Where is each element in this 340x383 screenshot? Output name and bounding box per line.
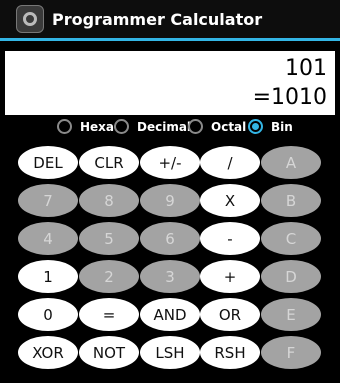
- calculator-app-icon: [16, 5, 44, 33]
- radio-bin[interactable]: Bin: [248, 119, 293, 134]
- key-rsh[interactable]: RSH: [200, 336, 260, 369]
- key-hex-b[interactable]: B: [261, 184, 321, 217]
- radio-label-hexa: Hexa: [80, 119, 115, 134]
- key-not[interactable]: NOT: [79, 336, 139, 369]
- result-value: =1010: [252, 85, 327, 110]
- radio-checked-icon: [248, 119, 263, 134]
- radio-hexa[interactable]: Hexa: [57, 119, 114, 134]
- key-multiply[interactable]: X: [200, 184, 260, 217]
- key-and[interactable]: AND: [140, 298, 200, 331]
- key-9[interactable]: 9: [140, 184, 200, 217]
- key-8[interactable]: 8: [79, 184, 139, 217]
- key-1[interactable]: 1: [18, 260, 78, 293]
- key-subtract[interactable]: -: [200, 222, 260, 255]
- key-hex-c[interactable]: C: [261, 222, 321, 255]
- key-divide[interactable]: /: [200, 146, 260, 179]
- radio-decimal[interactable]: Decimal: [114, 119, 191, 134]
- title-bar: Programmer Calculator: [0, 0, 340, 38]
- radio-octal[interactable]: Octal: [188, 119, 246, 134]
- app-title: Programmer Calculator: [52, 9, 263, 29]
- key-del[interactable]: DEL: [18, 146, 78, 179]
- radio-label-decimal: Decimal: [137, 119, 192, 134]
- key-7[interactable]: 7: [18, 184, 78, 217]
- key-or[interactable]: OR: [200, 298, 260, 331]
- radix-selector: Hexa Decimal Octal Bin: [0, 119, 340, 141]
- key-negate[interactable]: +/-: [140, 146, 200, 179]
- key-hex-a[interactable]: A: [261, 146, 321, 179]
- key-lsh[interactable]: LSH: [140, 336, 200, 369]
- key-6[interactable]: 6: [140, 222, 200, 255]
- radio-circle-icon: [57, 119, 72, 134]
- key-clr[interactable]: CLR: [79, 146, 139, 179]
- title-divider: [0, 38, 340, 41]
- key-2[interactable]: 2: [79, 260, 139, 293]
- key-hex-f[interactable]: F: [261, 336, 321, 369]
- radio-label-octal: Octal: [211, 119, 247, 134]
- key-add[interactable]: +: [200, 260, 260, 293]
- key-xor[interactable]: XOR: [18, 336, 78, 369]
- input-value: 101: [285, 56, 327, 81]
- key-hex-d[interactable]: D: [261, 260, 321, 293]
- key-4[interactable]: 4: [18, 222, 78, 255]
- key-0[interactable]: 0: [18, 298, 78, 331]
- key-5[interactable]: 5: [79, 222, 139, 255]
- radio-label-bin: Bin: [271, 119, 293, 134]
- radio-circle-icon: [114, 119, 129, 134]
- calculator-display: 101 =1010: [5, 51, 335, 115]
- radio-circle-icon: [188, 119, 203, 134]
- key-3[interactable]: 3: [140, 260, 200, 293]
- key-hex-e[interactable]: E: [261, 298, 321, 331]
- key-equals[interactable]: =: [79, 298, 139, 331]
